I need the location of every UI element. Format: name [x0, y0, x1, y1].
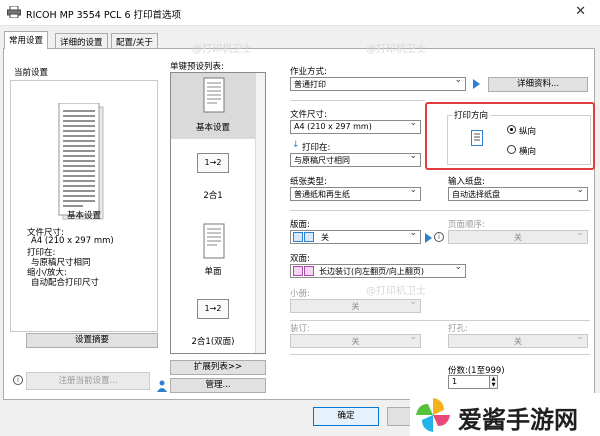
paper-size-dropdown[interactable]: A4 (210 x 297 mm)	[290, 120, 421, 134]
arrow-right-icon	[425, 233, 432, 243]
info-icon: i	[13, 375, 23, 385]
settings-summary-button[interactable]: 设置摘要	[26, 333, 158, 348]
divider	[290, 100, 425, 101]
duplex-pages-icon	[293, 266, 314, 276]
input-tray-dropdown[interactable]: 自动选择纸盘	[448, 187, 588, 201]
divider	[290, 354, 590, 355]
preset-label: 2合1	[203, 191, 223, 201]
manage-button[interactable]: 管理...	[170, 378, 266, 393]
paper-type-label: 纸张类型:	[290, 177, 327, 187]
input-tray-label: 输入纸盘:	[448, 177, 485, 187]
paper-size-label: 文件尺寸:	[290, 110, 327, 120]
scrollbar[interactable]	[255, 73, 265, 353]
job-type-dropdown[interactable]: 普通打印	[290, 77, 466, 91]
portrait-radio[interactable]	[507, 125, 516, 134]
duplex-dropdown[interactable]: 长边装订(向左翻页/向上翻页)	[290, 264, 466, 278]
job-type-label: 作业方式:	[290, 67, 327, 77]
user-icon	[157, 380, 167, 392]
tab-detailed[interactable]: 详细的设置	[55, 33, 108, 48]
divider	[290, 320, 590, 321]
layout-pages-icon	[293, 232, 314, 242]
list-item[interactable]: 基本设置	[171, 73, 255, 139]
summary-line: A4 (210 x 297 mm)	[31, 236, 114, 246]
brand-overlay: 爱酱手游网	[410, 393, 600, 436]
list-item[interactable]: 1→2 2合1(双面)	[171, 295, 255, 353]
copies-input[interactable]: 1	[448, 375, 490, 389]
portrait-option-label: 纵向	[519, 127, 537, 137]
info-icon: i	[434, 232, 444, 242]
preset-label: 单面	[204, 267, 222, 277]
printer-icon	[7, 6, 21, 18]
down-arrow-icon: ↓	[292, 140, 300, 150]
booklet-dropdown[interactable]: 关	[290, 299, 421, 313]
preset-label: 2合1(双面)	[191, 337, 235, 347]
paper-type-dropdown[interactable]: 普通纸和再生纸	[290, 187, 421, 201]
close-icon[interactable]: ✕	[575, 4, 586, 19]
punch-label: 打孔:	[448, 324, 468, 334]
page-order-label: 页面顺序:	[448, 220, 485, 230]
staple-dropdown[interactable]: 关	[290, 334, 421, 348]
staple-label: 装订:	[290, 324, 310, 334]
register-current-settings-button[interactable]: 注册当前设置...	[26, 372, 150, 390]
current-settings-header: 当前设置	[14, 68, 49, 78]
list-item[interactable]: 1→2 2合1	[171, 149, 255, 209]
orientation-label: 打印方向	[452, 109, 491, 121]
expand-list-button[interactable]: 扩展列表>>	[170, 360, 266, 375]
print-on-dropdown[interactable]: 与原稿尺寸相同	[290, 153, 421, 167]
list-item[interactable]: 单面	[171, 219, 255, 285]
pinwheel-logo-icon	[416, 398, 450, 432]
document-icon	[203, 223, 225, 259]
tab-config-about[interactable]: 配置/关于	[111, 33, 158, 48]
page-order-dropdown[interactable]: 关	[448, 230, 588, 244]
cancel-button[interactable]	[387, 407, 411, 426]
brand-text: 爱酱手游网	[458, 406, 578, 434]
preset-label: 基本设置	[195, 123, 230, 133]
arrow-right-icon	[473, 79, 480, 89]
print-on-label: 打印在:	[302, 143, 331, 153]
details-button[interactable]: 详细资料...	[488, 77, 588, 92]
portrait-page-icon	[471, 130, 483, 146]
two-in-one-icon: 1→2	[197, 153, 229, 173]
landscape-radio[interactable]	[507, 145, 516, 154]
document-icon	[203, 77, 225, 113]
copies-stepper[interactable]: ▲ ▼	[490, 375, 498, 389]
title-bar: RICOH MP 3554 PCL 6 打印首选项 ✕	[0, 0, 600, 26]
tab-general[interactable]: 常用设置	[4, 31, 49, 49]
preset-list-header: 单键预设列表:	[170, 62, 224, 72]
window-title: RICOH MP 3554 PCL 6 打印首选项	[26, 10, 182, 21]
ok-button[interactable]: 确定	[313, 407, 379, 426]
settings-preview: 基本设置 文件尺寸: A4 (210 x 297 mm) 打印在: 与原稿尺寸相…	[10, 80, 158, 332]
layout-label: 版面:	[290, 220, 310, 230]
preset-list[interactable]: 基本设置 1→2 2合1 单面 1→2 2合1(双面)	[170, 72, 266, 354]
booklet-label: 小册:	[290, 289, 310, 299]
preview-caption: 基本设置	[66, 211, 101, 221]
document-preview-icon	[58, 103, 104, 220]
divider	[290, 210, 590, 211]
orientation-group	[447, 115, 591, 165]
duplex-label: 双面:	[290, 254, 310, 264]
landscape-option-label: 横向	[519, 147, 537, 157]
punch-dropdown[interactable]: 关	[448, 334, 588, 348]
two-in-one-duplex-icon: 1→2	[197, 299, 229, 319]
summary-line: 自动配合打印尺寸	[31, 278, 100, 288]
